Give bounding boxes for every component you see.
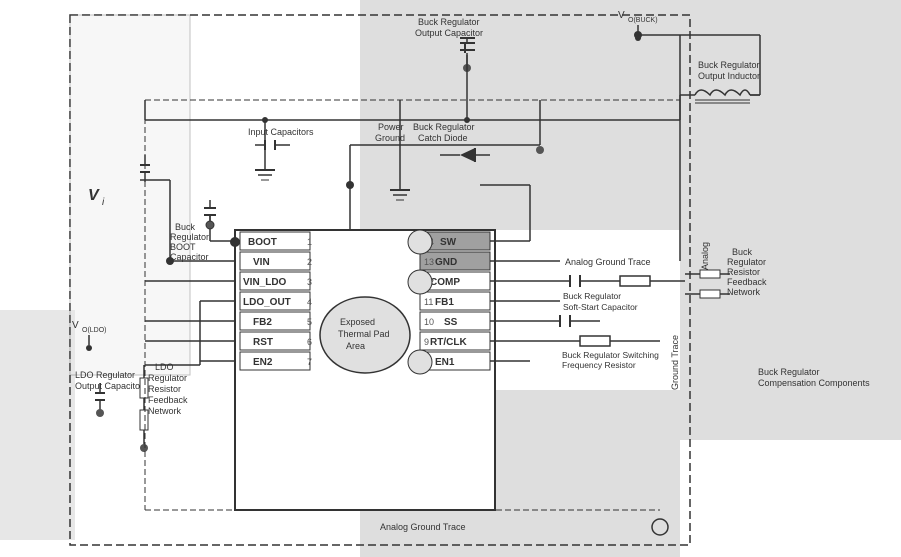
buck-comp-label: Buck Regulator — [758, 367, 820, 377]
svg-text:Compensation Components: Compensation Components — [758, 378, 870, 388]
svg-text:Network: Network — [148, 406, 182, 416]
pin-fb2: FB2 — [253, 317, 272, 328]
vo-ldo-label: V — [72, 320, 79, 331]
svg-text:1: 1 — [307, 237, 312, 247]
svg-text:O(BUCK): O(BUCK) — [628, 17, 658, 24]
svg-text:Regulator: Regulator — [727, 257, 766, 267]
svg-text:Feedback: Feedback — [148, 395, 188, 405]
circuit-diagram: V i V O(LDO) V O(BUCK) Exposed Thermal P… — [0, 0, 901, 557]
svg-text:Thermal Pad: Thermal Pad — [338, 329, 390, 339]
pin-vin: VIN — [253, 257, 270, 268]
pin-vin-ldo: VIN_LDO — [243, 277, 287, 288]
svg-text:4: 4 — [307, 297, 312, 307]
svg-text:O(LDO): O(LDO) — [82, 327, 107, 334]
switching-freq-label: Buck Regulator Switching — [562, 350, 659, 360]
catch-diode-label: Buck Regulator — [413, 122, 475, 132]
svg-text:Catch Diode: Catch Diode — [418, 133, 468, 143]
svg-text:Resistor: Resistor — [148, 384, 181, 394]
svg-text:Feedback: Feedback — [727, 277, 767, 287]
svg-text:13: 13 — [424, 257, 434, 267]
svg-text:Regulator: Regulator — [170, 232, 209, 242]
svg-text:3: 3 — [307, 277, 312, 287]
pin-en1: EN1 — [435, 357, 455, 368]
svg-text:9: 9 — [424, 337, 429, 347]
pin-en2: EN2 — [253, 357, 273, 368]
svg-text:10: 10 — [424, 317, 434, 327]
buck-output-inductor-label: Buck Regulator — [698, 60, 760, 70]
pin-rt-clk: RT/CLK — [430, 337, 467, 348]
pin-boot: BOOT — [248, 237, 277, 248]
svg-text:Output Inductor: Output Inductor — [698, 71, 760, 81]
pin-ss: SS — [444, 317, 458, 328]
buck-boot-cap-label: Buck — [175, 222, 196, 232]
ldo-output-cap-label: LDO Regulator — [75, 370, 135, 380]
analog-ground-trace-top-label: Analog Ground Trace — [565, 257, 651, 267]
input-caps-label: Input Capacitors — [248, 127, 314, 137]
buck-output-cap-label: Buck Regulator — [418, 17, 480, 27]
pin-comp: COMP — [430, 277, 460, 288]
vo-buck-label: V — [618, 10, 625, 21]
diagram-container: V i V O(LDO) V O(BUCK) Exposed Thermal P… — [0, 0, 901, 557]
svg-text:2: 2 — [307, 257, 312, 267]
pin-rst: RST — [253, 337, 273, 348]
svg-text:Area: Area — [346, 341, 365, 351]
analog-label: Analog — [700, 242, 710, 270]
buck-feedback-label: Buck — [732, 247, 753, 257]
svg-text:7: 7 — [307, 357, 312, 367]
pin-gnd: GND — [435, 257, 457, 268]
ldo-feedback-label: LDO — [155, 362, 174, 372]
soft-start-label: Buck Regulator — [563, 291, 621, 301]
svg-text:5: 5 — [307, 317, 312, 327]
pin-ldo-out: LDO_OUT — [243, 297, 291, 308]
svg-text:Output Capacitor: Output Capacitor — [75, 381, 143, 391]
svg-text:Regulator: Regulator — [148, 373, 187, 383]
exposed-pad-label: Exposed — [340, 317, 375, 327]
svg-text:Resistor: Resistor — [727, 267, 760, 277]
svg-text:6: 6 — [307, 337, 312, 347]
svg-text:Frequency Resistor: Frequency Resistor — [562, 360, 636, 370]
svg-text:Soft-Start Capacitor: Soft-Start Capacitor — [563, 302, 638, 312]
svg-text:Output Capacitor: Output Capacitor — [415, 28, 483, 38]
pin-fb1: FB1 — [435, 297, 454, 308]
svg-text:BOOT: BOOT — [170, 242, 196, 252]
pin-sw: SW — [440, 237, 457, 248]
svg-text:11: 11 — [424, 297, 433, 307]
analog-ground-trace-bottom-label: Analog Ground Trace — [380, 522, 466, 532]
svg-text:Network: Network — [727, 287, 761, 297]
vi-label: V — [88, 187, 100, 204]
ground-trace-label: Ground Trace — [670, 335, 680, 390]
